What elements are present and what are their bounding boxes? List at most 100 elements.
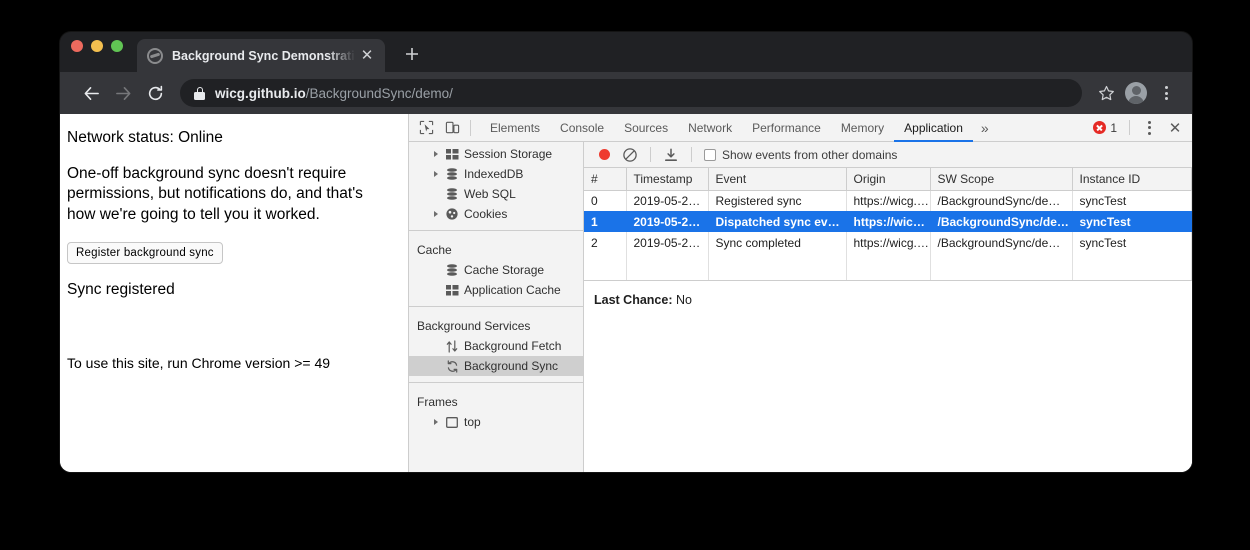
window-traffic-lights [71, 32, 123, 72]
close-window-button[interactable] [71, 40, 83, 52]
column-header-origin[interactable]: Origin [846, 168, 930, 190]
events-table: # Timestamp Event Origin SW Scope Instan… [584, 168, 1192, 280]
checkbox-icon[interactable] [704, 149, 716, 161]
sidebar-item-application-cache[interactable]: Application Cache [409, 280, 583, 300]
more-tabs-icon[interactable]: » [973, 114, 997, 142]
lock-icon [194, 87, 205, 100]
show-other-domains-checkbox[interactable]: Show events from other domains [704, 148, 897, 162]
close-devtools-icon[interactable]: ✕ [1164, 119, 1186, 137]
tab-application[interactable]: Application [894, 114, 973, 142]
table-filler-row [584, 253, 1192, 280]
register-background-sync-button[interactable]: Register background sync [67, 242, 223, 264]
cell-origin: https://wicg.… [846, 190, 930, 211]
checkbox-label: Show events from other domains [722, 148, 897, 162]
close-icon[interactable]: ✕ [357, 46, 377, 66]
database-icon [445, 263, 459, 277]
header-divider [1129, 120, 1130, 135]
sidebar-item-label: top [464, 415, 481, 429]
column-header-sw-scope[interactable]: SW Scope [930, 168, 1072, 190]
plus-icon [405, 47, 419, 61]
error-icon [1093, 121, 1106, 134]
inspect-element-icon[interactable] [413, 115, 439, 141]
error-count-text: 1 [1110, 121, 1117, 135]
devtools-menu-icon[interactable] [1136, 115, 1162, 141]
record-button[interactable] [592, 143, 616, 167]
back-arrow-icon[interactable] [76, 78, 106, 108]
column-header-event[interactable]: Event [708, 168, 846, 190]
chrome-menu-icon[interactable] [1152, 79, 1180, 107]
sync-state-text: Sync registered [67, 280, 392, 301]
chevron-right-icon[interactable] [431, 171, 440, 177]
devtools-header-actions: 1 ✕ [1093, 115, 1192, 141]
minimize-window-button[interactable] [91, 40, 103, 52]
browser-tab[interactable]: Background Sync Demonstratio ✕ [137, 39, 385, 72]
bookmark-star-icon[interactable] [1092, 79, 1120, 107]
cell-timestamp: 2019-05-2… [626, 211, 708, 232]
sidebar-item-background-sync[interactable]: Background Sync [409, 356, 583, 376]
zoom-window-button[interactable] [111, 40, 123, 52]
sidebar-item-indexeddb[interactable]: IndexedDB [409, 164, 583, 184]
table-row[interactable]: 1 2019-05-2… Dispatched sync event https… [584, 211, 1192, 232]
column-header-instance-id[interactable]: Instance ID [1072, 168, 1192, 190]
cell-origin: https://wicg.… [846, 211, 930, 232]
sidebar-divider [409, 382, 583, 383]
cell-instance-id: syncTest [1072, 190, 1192, 211]
url-input[interactable]: wicg.github.io/BackgroundSync/demo/ [180, 79, 1082, 107]
tab-memory[interactable]: Memory [831, 114, 894, 142]
error-count-badge[interactable]: 1 [1093, 121, 1123, 135]
sidebar-item-cache-storage[interactable]: Cache Storage [409, 260, 583, 280]
web-page-content: Network status: Online One-off backgroun… [60, 114, 408, 472]
cell-timestamp: 2019-05-2… [626, 190, 708, 211]
sidebar-item-cookies[interactable]: Cookies [409, 204, 583, 224]
toolbar-divider [470, 120, 471, 136]
url-path: /BackgroundSync/demo/ [306, 86, 453, 101]
sidebar-item-label: Cache Storage [464, 263, 544, 277]
reload-icon[interactable] [140, 78, 170, 108]
cell-sw-scope: /BackgroundSync/de… [930, 211, 1072, 232]
frame-icon [445, 415, 459, 429]
tab-network[interactable]: Network [678, 114, 742, 142]
sidebar-item-top-frame[interactable]: top [409, 412, 583, 432]
sidebar-item-web-sql[interactable]: Web SQL [409, 184, 583, 204]
sidebar-divider [409, 306, 583, 307]
storage-grid-icon [445, 147, 459, 161]
devtools-tab-list: Elements Console Sources Network Perform… [480, 114, 997, 142]
tab-console[interactable]: Console [550, 114, 614, 142]
profile-avatar[interactable] [1122, 79, 1150, 107]
cell-event: Dispatched sync event [708, 211, 846, 232]
tab-elements[interactable]: Elements [480, 114, 550, 142]
new-tab-button[interactable] [399, 41, 425, 67]
table-row[interactable]: 2 2019-05-2… Sync completed https://wicg… [584, 232, 1192, 253]
sidebar-item-session-storage[interactable]: Session Storage [409, 144, 583, 164]
device-toolbar-icon[interactable] [439, 115, 465, 141]
cell-sw-scope: /BackgroundSync/de… [930, 232, 1072, 253]
toolbar-divider [650, 147, 651, 162]
chevron-right-icon[interactable] [431, 211, 440, 217]
chevron-right-icon[interactable] [431, 151, 440, 157]
tab-sources[interactable]: Sources [614, 114, 678, 142]
sidebar-item-label: Application Cache [464, 283, 561, 297]
cell-instance-id: syncTest [1072, 232, 1192, 253]
event-detail-pane: Last Chance: No [584, 281, 1192, 307]
background-sync-panel: Show events from other domains [584, 142, 1192, 472]
cell-origin: https://wicg.… [846, 232, 930, 253]
sidebar-item-background-fetch[interactable]: Background Fetch [409, 336, 583, 356]
table-row[interactable]: 0 2019-05-2… Registered sync https://wic… [584, 190, 1192, 211]
sidebar-item-label: Session Storage [464, 147, 552, 161]
forward-arrow-icon[interactable] [108, 78, 138, 108]
devtools-panel: Elements Console Sources Network Perform… [408, 114, 1192, 472]
clear-button[interactable] [618, 143, 642, 167]
toolbar-divider [691, 147, 692, 162]
tab-title: Background Sync Demonstratio [172, 49, 357, 63]
export-button[interactable] [659, 143, 683, 167]
chevron-right-icon[interactable] [431, 419, 440, 425]
sync-refresh-icon [445, 359, 459, 373]
sidebar-section-background-services: Background Services [409, 310, 583, 336]
column-header-index[interactable]: # [584, 168, 626, 190]
sidebar-item-label: Background Sync [464, 359, 558, 373]
column-header-timestamp[interactable]: Timestamp [626, 168, 708, 190]
page-footnote: To use this site, run Chrome version >= … [67, 354, 330, 373]
tab-performance[interactable]: Performance [742, 114, 831, 142]
events-table-wrap: # Timestamp Event Origin SW Scope Instan… [584, 168, 1192, 281]
cell-event: Sync completed [708, 232, 846, 253]
